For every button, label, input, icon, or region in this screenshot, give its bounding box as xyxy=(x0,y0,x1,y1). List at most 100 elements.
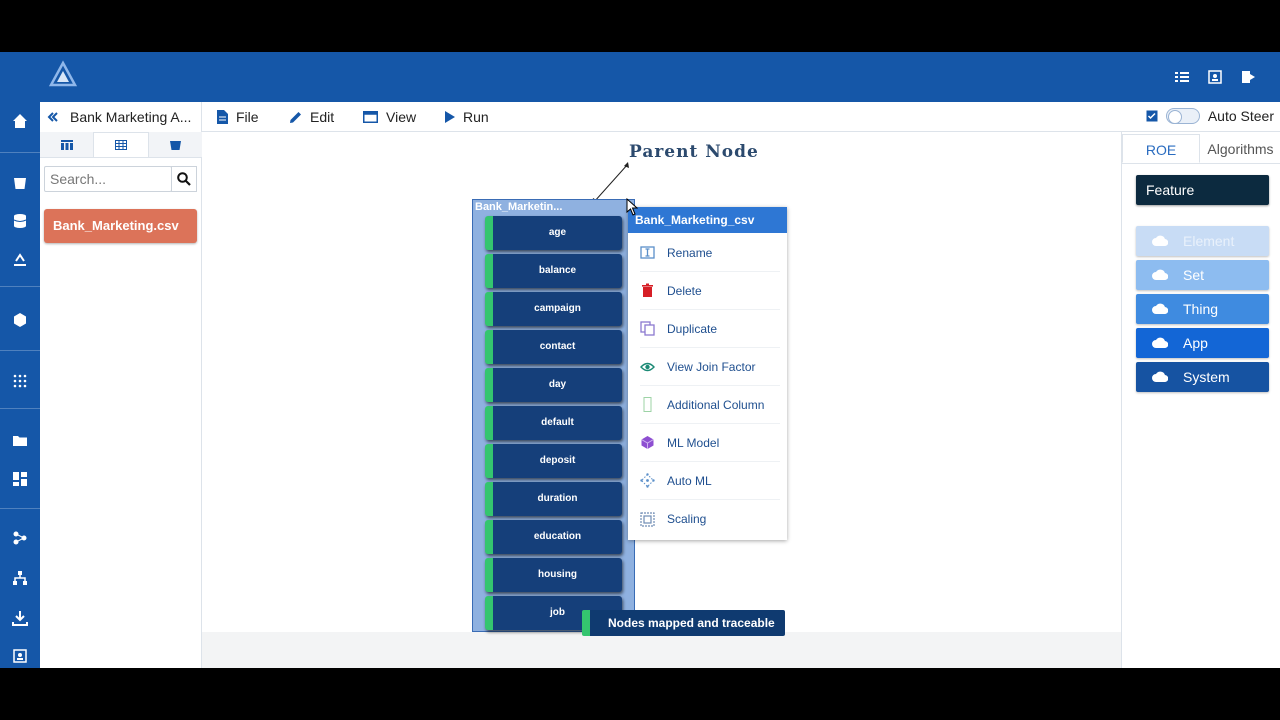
column-day[interactable]: day xyxy=(485,368,622,402)
tab-table[interactable] xyxy=(93,132,149,157)
rail-divider xyxy=(0,286,40,287)
folder-icon[interactable] xyxy=(12,432,28,448)
menu-item-label: ML Model xyxy=(667,435,720,450)
rename-icon xyxy=(640,246,655,259)
menu-item-label: Delete xyxy=(667,283,702,298)
edit-menu-label: Edit xyxy=(310,109,335,125)
pencil-icon xyxy=(290,111,301,123)
copy-icon xyxy=(640,321,655,336)
project-title: Bank Marketing A... xyxy=(70,109,192,125)
menu-item-additional-column[interactable]: Additional Column xyxy=(640,386,780,424)
project-header: Bank Marketing A... xyxy=(40,102,202,132)
bucket-icon[interactable] xyxy=(12,174,28,190)
column-education[interactable]: education xyxy=(485,520,622,554)
view-menu[interactable]: View xyxy=(363,109,416,125)
project-panel: Bank Marketing A... Bank_Marketing.csv xyxy=(40,102,202,668)
menu-item-scaling[interactable]: Scaling xyxy=(640,500,780,538)
edit-menu[interactable]: Edit xyxy=(289,109,334,125)
column-deposit[interactable]: deposit xyxy=(485,444,622,478)
tab-columns[interactable] xyxy=(40,132,93,157)
transform-icon[interactable] xyxy=(12,251,28,267)
level-set-button[interactable]: Set xyxy=(1136,260,1269,290)
run-menu[interactable]: Run xyxy=(445,109,489,125)
home-icon[interactable] xyxy=(12,113,28,129)
column-contact[interactable]: contact xyxy=(485,330,622,364)
bucket-icon xyxy=(169,140,181,150)
rail-divider xyxy=(0,350,40,351)
auto-steer-label: Auto Steer xyxy=(1207,108,1274,124)
cloud-icon xyxy=(1152,303,1168,314)
tab-algorithms[interactable]: Algorithms xyxy=(1200,134,1280,163)
node-context-menu: Bank_Marketing_csv Rename Delete Duplica… xyxy=(628,207,787,540)
menu-item-ml-model[interactable]: ML Model xyxy=(640,424,780,462)
search-icon xyxy=(177,172,191,186)
menu-item-auto-ml[interactable]: Auto ML xyxy=(640,462,780,500)
column-default[interactable]: default xyxy=(485,406,622,440)
menu-item-view-join-factor[interactable]: View Join Factor xyxy=(640,348,780,386)
rail-divider xyxy=(0,508,40,509)
level-label: Thing xyxy=(1183,301,1219,317)
level-element-button[interactable]: Element xyxy=(1136,226,1269,256)
column-housing[interactable]: housing xyxy=(485,558,622,592)
download-icon[interactable] xyxy=(12,610,28,626)
dashboard-icon[interactable] xyxy=(12,471,28,487)
column-campaign[interactable]: campaign xyxy=(485,292,622,326)
context-menu-title: Bank_Marketing_csv xyxy=(628,207,787,233)
user-badge-icon[interactable] xyxy=(1207,69,1223,85)
column-duration[interactable]: duration xyxy=(485,482,622,516)
feature-button[interactable]: Feature xyxy=(1136,175,1269,205)
menu-item-label: Auto ML xyxy=(667,473,712,488)
left-nav-rail xyxy=(0,102,40,668)
file-menu-label: File xyxy=(236,109,259,125)
cube-icon[interactable] xyxy=(12,312,28,328)
database-icon[interactable] xyxy=(12,213,28,229)
file-menu[interactable]: File xyxy=(217,109,259,125)
mouse-cursor-icon xyxy=(626,198,638,216)
dataset-file-item[interactable]: Bank_Marketing.csv xyxy=(44,209,197,243)
table-icon xyxy=(114,140,127,150)
grid-dots-icon[interactable] xyxy=(12,373,28,389)
trash-icon xyxy=(642,283,653,297)
pipeline-icon[interactable] xyxy=(12,530,28,546)
back-icon[interactable] xyxy=(46,110,60,124)
hierarchy-icon[interactable] xyxy=(12,570,28,586)
dataset-node[interactable]: Bank_Marketin... age balance campaign co… xyxy=(472,199,635,632)
menu-item-rename[interactable]: Rename xyxy=(640,234,780,272)
column-age[interactable]: age xyxy=(485,216,622,250)
user-badge-icon[interactable] xyxy=(12,648,28,664)
cloud-icon xyxy=(1152,337,1168,348)
product-logo[interactable] xyxy=(48,60,78,90)
menu-item-delete[interactable]: Delete xyxy=(640,272,780,310)
checklist-icon xyxy=(1146,110,1158,122)
ml-cube-icon xyxy=(641,436,654,449)
app-window: Bank Marketing A... Bank_Marketing.csv F… xyxy=(0,52,1280,668)
node-title: Bank_Marketin... xyxy=(475,201,563,213)
column-balance[interactable]: balance xyxy=(485,254,622,288)
level-thing-button[interactable]: Thing xyxy=(1136,294,1269,324)
level-label: Element xyxy=(1183,233,1235,249)
level-label: Set xyxy=(1183,267,1205,283)
menu-item-label: Scaling xyxy=(667,512,707,526)
main-toolbar: File Edit View Run Auto Steer xyxy=(202,102,1280,132)
logout-icon[interactable] xyxy=(1240,69,1256,85)
list-icon[interactable] xyxy=(1174,69,1190,85)
search-button[interactable] xyxy=(171,166,197,192)
tab-bucket[interactable] xyxy=(149,132,202,157)
menu-item-label: Additional Column xyxy=(667,397,765,412)
eye-icon xyxy=(640,362,655,372)
panel-tabs xyxy=(40,132,202,158)
level-system-button[interactable]: System xyxy=(1136,362,1269,392)
auto-steer-toggle[interactable] xyxy=(1165,108,1200,124)
tab-roe[interactable]: ROE xyxy=(1122,134,1200,163)
play-icon xyxy=(445,111,455,123)
workflow-canvas[interactable]: Parent Node Bank_Marketin... age balance… xyxy=(202,132,1121,668)
columns-icon xyxy=(60,139,73,150)
search-input[interactable] xyxy=(44,166,172,192)
level-app-button[interactable]: App xyxy=(1136,328,1269,358)
menu-item-duplicate[interactable]: Duplicate xyxy=(640,310,780,348)
canvas-status-strip xyxy=(202,632,1121,668)
roe-panel: ROE Algorithms Feature Element Set Thing… xyxy=(1121,132,1280,668)
scaling-icon xyxy=(640,511,655,527)
top-header-bar xyxy=(0,52,1280,102)
cloud-icon xyxy=(1152,235,1168,246)
